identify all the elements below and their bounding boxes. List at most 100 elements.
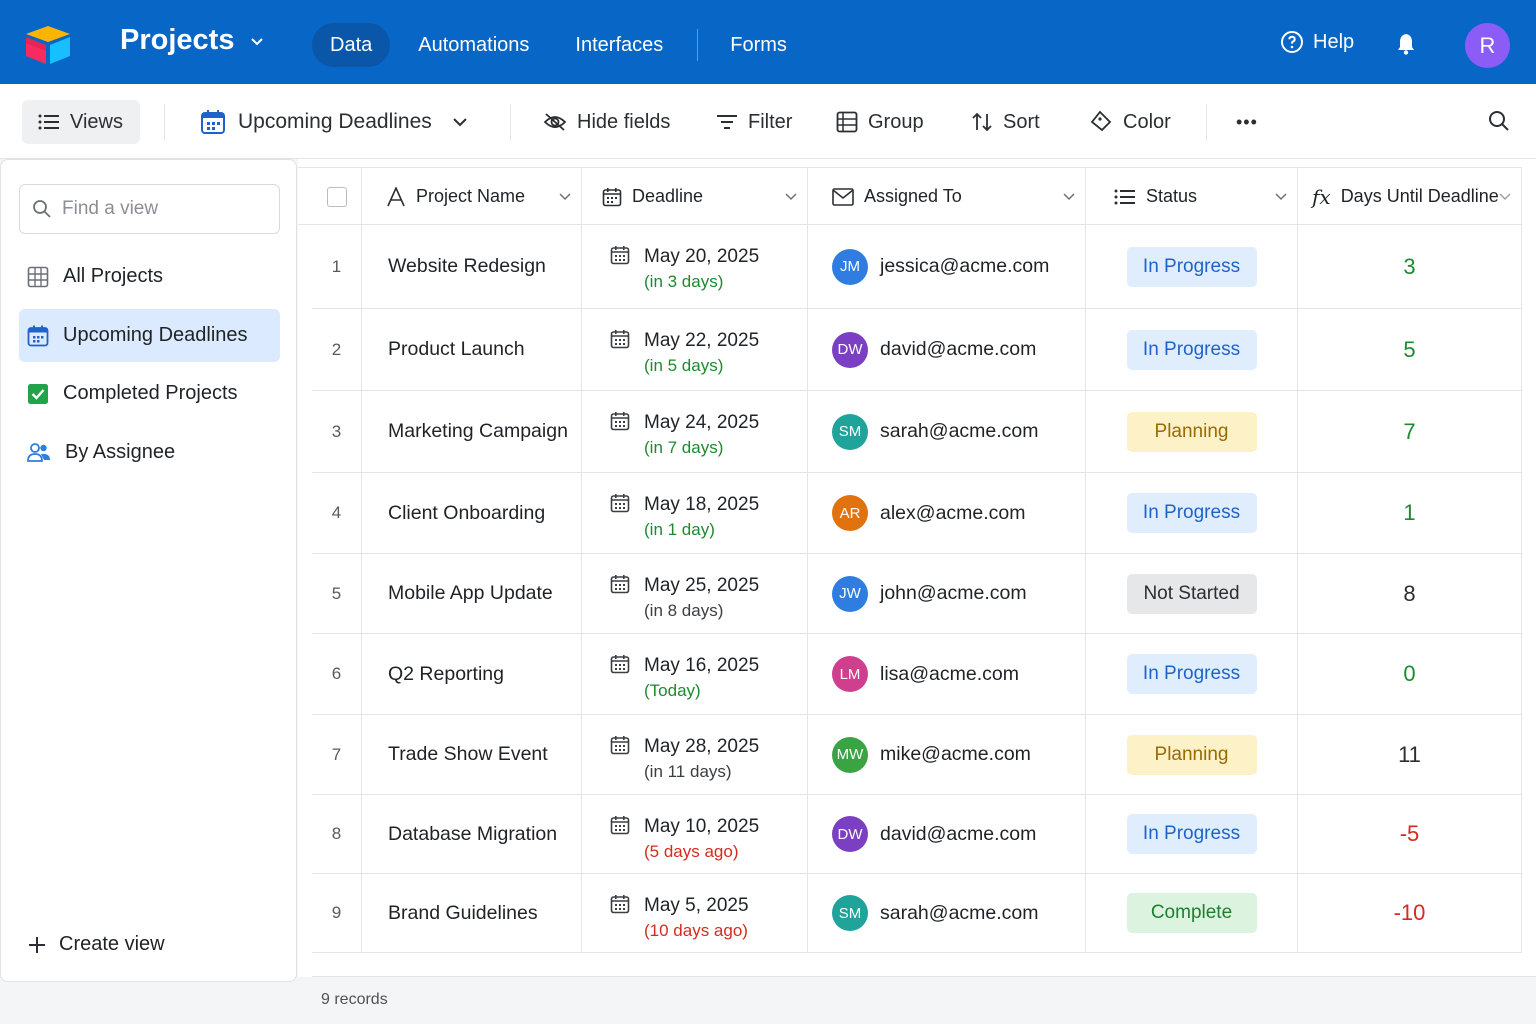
avatar: LM [832,656,868,692]
help-button[interactable]: Help [1280,30,1354,54]
create-view-button[interactable]: Create view [27,933,165,956]
assignee-cell[interactable]: JM jessica@acme.com [808,225,1086,308]
current-view-menu[interactable]: Upcoming Deadlines [200,100,468,144]
column-header-deadline[interactable]: Deadline [582,168,808,225]
deadline-cell[interactable]: May 5, 2025 (10 days ago) [582,874,808,952]
status-badge: Planning [1126,734,1257,775]
deadline-date: May 16, 2025 [644,655,760,676]
project-name-cell[interactable]: Client Onboarding [362,473,582,553]
assignee-cell[interactable]: JW john@acme.com [808,554,1086,633]
deadline-cell[interactable]: May 28, 2025 (in 11 days) [582,715,808,794]
column-header-status[interactable]: Status [1086,168,1298,225]
table-row[interactable]: 6 Q2 Reporting May 16, 2025 (Today) LM lisa@a… [312,634,1522,715]
status-cell[interactable]: In Progress [1086,309,1298,390]
deadline-cell[interactable]: May 22, 2025 (in 5 days) [582,309,808,390]
column-header-label: Assigned To [864,186,962,206]
filter-icon [717,115,737,129]
status-cell[interactable]: Planning [1086,391,1298,472]
filter-label: Filter [748,110,793,133]
sidebar-item-all-projects[interactable]: All Projects [19,250,280,303]
assignee-cell[interactable]: MW mike@acme.com [808,715,1086,794]
group-button[interactable]: Group [836,100,924,144]
logo-icon[interactable] [24,24,72,66]
chevron-down-icon [559,193,571,201]
sidebar-item-completed-projects[interactable]: Completed Projects [19,367,280,420]
table-row[interactable]: 1 Website Redesign May 20, 2025 (in 3 days)… [312,225,1522,309]
views-toggle-button[interactable]: Views [22,100,140,144]
tab-interfaces[interactable]: Interfaces [557,23,681,67]
deadline-relative: (in 7 days) [644,438,724,457]
status-cell[interactable]: In Progress [1086,795,1298,873]
status-cell[interactable]: In Progress [1086,634,1298,714]
deadline-cell[interactable]: May 20, 2025 (in 3 days) [582,225,808,308]
status-badge: In Progress [1126,814,1257,854]
deadline-cell[interactable]: May 18, 2025 (in 1 day) [582,473,808,553]
table-row[interactable]: 5 Mobile App Update May 25, 2025 (in 8 days… [312,554,1522,634]
status-cell[interactable]: In Progress [1086,473,1298,553]
deadline-cell[interactable]: May 25, 2025 (in 8 days) [582,554,808,633]
status-cell[interactable]: Planning [1086,715,1298,794]
sidebar-item-upcoming-deadlines[interactable]: Upcoming Deadlines [19,309,280,362]
find-view-input[interactable] [62,198,272,220]
assignee-cell[interactable]: LM lisa@acme.com [808,634,1086,714]
find-view-field[interactable] [19,184,280,234]
column-header-assigned-to[interactable]: Assigned To [808,168,1086,225]
search-icon[interactable] [1488,110,1510,132]
project-name-cell[interactable]: Brand Guidelines [362,874,582,952]
row-number: 4 [312,473,362,553]
deadline-cell[interactable]: May 16, 2025 (Today) [582,634,808,714]
tab-automations[interactable]: Automations [400,23,547,67]
project-name-cell[interactable]: Database Migration [362,795,582,873]
more-options-button[interactable]: ••• [1236,100,1258,144]
color-button[interactable]: Color [1089,100,1171,144]
base-name-menu[interactable]: Projects [120,24,264,57]
status-cell[interactable]: Complete [1086,874,1298,952]
column-header-days-until-deadline[interactable]: fx Days Until Deadline [1298,168,1522,225]
assignee-email: david@acme.com [880,822,1037,845]
hide-fields-button[interactable]: Hide fields [543,100,670,144]
filter-button[interactable]: Filter [716,100,792,144]
select-all-checkbox[interactable] [326,186,347,207]
sort-button[interactable]: Sort [971,100,1040,144]
tab-data[interactable]: Data [312,23,391,67]
tab-forms[interactable]: Forms [712,23,805,67]
views-sidebar: All Projects Upcoming Deadlines Complete… [0,159,297,982]
assignee-cell[interactable]: SM sarah@acme.com [808,874,1086,952]
sidebar-item-label: All Projects [63,265,164,287]
list-icon [38,114,59,130]
assignee-cell[interactable]: DW david@acme.com [808,309,1086,390]
assignee-cell[interactable]: SM sarah@acme.com [808,391,1086,472]
table-row[interactable]: 4 Client Onboarding May 18, 2025 (in 1 day)… [312,473,1522,554]
column-header-label: Status [1146,186,1198,206]
days-until-deadline-cell: 7 [1298,391,1522,472]
deadline-cell[interactable]: May 10, 2025 (5 days ago) [582,795,808,873]
table-row[interactable]: 3 Marketing Campaign May 24, 2025 (in 7 day… [312,391,1522,473]
project-name-cell[interactable]: Q2 Reporting [362,634,582,714]
table-row[interactable]: 8 Database Migration May 10, 2025 (5 days a… [312,795,1522,874]
table-row[interactable]: 7 Trade Show Event May 28, 2025 (in 11 days… [312,715,1522,795]
status-cell[interactable]: Not Started [1086,554,1298,633]
data-grid: Project Name Deadline Assigned To Status… [298,159,1536,1024]
table-row[interactable]: 9 Brand Guidelines May 5, 2025 (10 days ago… [312,874,1522,953]
project-name-cell[interactable]: Trade Show Event [362,715,582,794]
deadline-date: May 22, 2025 [644,330,760,351]
project-name-cell[interactable]: Marketing Campaign [362,391,582,472]
status-cell[interactable]: In Progress [1086,225,1298,308]
deadline-cell[interactable]: May 24, 2025 (in 7 days) [582,391,808,472]
project-name-cell[interactable]: Mobile App Update [362,554,582,633]
project-name-cell[interactable]: Website Redesign [362,225,582,308]
avatar: DW [832,331,868,368]
sidebar-item-by-assignee[interactable]: By Assignee [19,426,280,479]
project-name-cell[interactable]: Product Launch [362,309,582,390]
record-count: 9 records [321,991,388,1008]
column-header-project-name[interactable]: Project Name [362,168,582,225]
assignee-cell[interactable]: DW david@acme.com [808,795,1086,873]
table-row[interactable]: 2 Product Launch May 22, 2025 (in 5 days) DW… [312,309,1522,391]
bell-icon[interactable] [1394,32,1418,56]
user-avatar[interactable]: R [1465,23,1510,68]
select-all-cell [312,168,362,225]
assignee-cell[interactable]: AR alex@acme.com [808,473,1086,553]
avatar: MW [832,736,868,773]
checkbox-checked-icon [28,383,48,404]
column-header-label: Days Until Deadline [1340,186,1499,206]
